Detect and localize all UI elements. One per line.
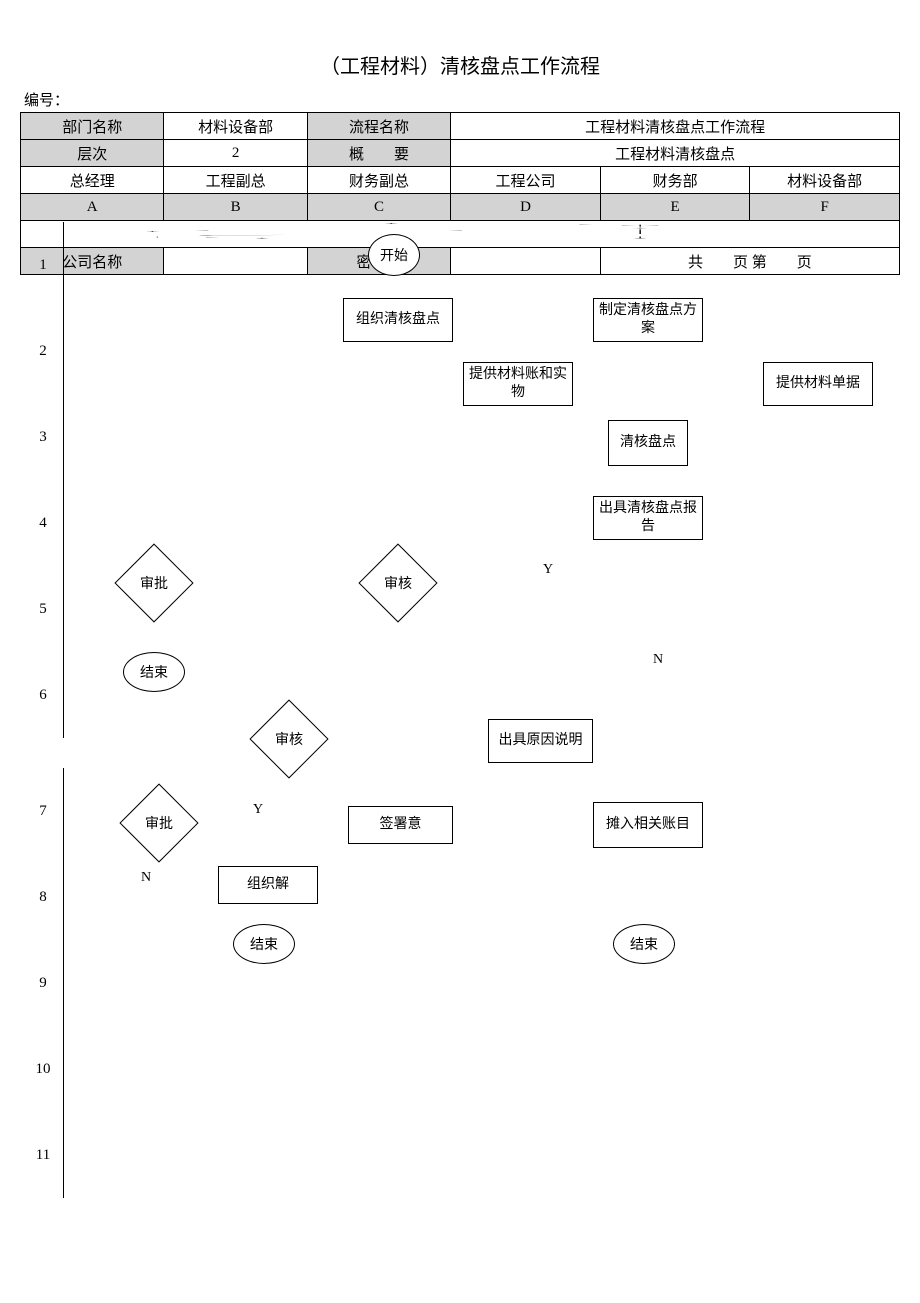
h2c3: 概 要 bbox=[307, 140, 450, 167]
header-row-1: 部门名称 材料设备部 流程名称 工程材料清核盘点工作流程 bbox=[21, 113, 900, 140]
row-num-11: 11 bbox=[23, 1112, 64, 1198]
label-n2: N bbox=[141, 870, 151, 886]
box-tgzh: 提供材料账和实物 bbox=[463, 362, 573, 406]
f-c5: 共 页 第 页 bbox=[600, 248, 899, 275]
h2c1: 层次 bbox=[21, 140, 164, 167]
box-tr: 摊入相关账目 bbox=[593, 802, 703, 848]
decision-sp2: 审批 bbox=[119, 783, 198, 862]
h1c2: 材料设备部 bbox=[164, 113, 307, 140]
h4c6: F bbox=[750, 194, 900, 221]
box-tgdj: 提供材料单据 bbox=[763, 362, 873, 406]
row-num-7: 7 bbox=[23, 768, 64, 854]
row-num-1: 1 bbox=[23, 222, 64, 308]
f-c2 bbox=[164, 248, 307, 275]
h3c2: 工程副总 bbox=[164, 167, 307, 194]
row-num-6: 6 bbox=[23, 652, 64, 738]
bianhao-label: 编号： bbox=[24, 89, 900, 110]
box-qsy: 签署意 bbox=[348, 806, 453, 844]
h3c4: 工程公司 bbox=[451, 167, 601, 194]
h4c4: D bbox=[451, 194, 601, 221]
header-table: 部门名称 材料设备部 流程名称 工程材料清核盘点工作流程 层次 2 概 要 工程… bbox=[20, 112, 900, 275]
header-row-2: 层次 2 概 要 工程材料清核盘点 bbox=[21, 140, 900, 167]
row-num-4: 4 bbox=[23, 480, 64, 566]
decision-sh2: 审核 bbox=[249, 699, 328, 778]
h1c1: 部门名称 bbox=[21, 113, 164, 140]
header-row-4: A B C D E F bbox=[21, 194, 900, 221]
box-zzqh: 组织清核盘点 bbox=[343, 298, 453, 342]
h3c5: 财务部 bbox=[600, 167, 750, 194]
h3c1: 总经理 bbox=[21, 167, 164, 194]
end-2: 结束 bbox=[233, 924, 295, 964]
decision-sh1: 审核 bbox=[358, 543, 437, 622]
decision-sp1: 审批 bbox=[114, 543, 193, 622]
box-yysm: 出具原因说明 bbox=[488, 719, 593, 763]
h3c3: 财务副总 bbox=[307, 167, 450, 194]
label-y2: Y bbox=[253, 802, 263, 818]
h4c2: B bbox=[164, 194, 307, 221]
row-num-9: 9 bbox=[23, 940, 64, 1026]
row-num-10: 10 bbox=[23, 1026, 64, 1112]
label-n1: N bbox=[653, 652, 663, 668]
h1c4: 工程材料清核盘点工作流程 bbox=[451, 113, 900, 140]
box-qh: 清核盘点 bbox=[608, 420, 688, 466]
f-c4 bbox=[451, 248, 601, 275]
end-1: 结束 bbox=[123, 652, 185, 692]
h1c3: 流程名称 bbox=[307, 113, 450, 140]
footer-row: 公司名称 密 级 共 页 第 页 bbox=[21, 248, 900, 275]
row-num-5: 5 bbox=[23, 566, 64, 652]
row-num-8: 8 bbox=[23, 854, 64, 940]
start-terminator: 开始 bbox=[368, 234, 420, 276]
page-title: （工程材料）清核盘点工作流程 bbox=[20, 50, 900, 79]
end-3: 结束 bbox=[613, 924, 675, 964]
h3c6: 材料设备部 bbox=[750, 167, 900, 194]
label-y1: Y bbox=[543, 562, 553, 578]
header-row-3: 总经理 工程副总 财务副总 工程公司 财务部 材料设备部 bbox=[21, 167, 900, 194]
box-zzjj: 组织解 bbox=[218, 866, 318, 904]
box-zdfa: 制定清核盘点方案 bbox=[593, 298, 703, 342]
h4c3: C bbox=[307, 194, 450, 221]
row-num-3: 3 bbox=[23, 394, 64, 480]
h4c1: A bbox=[21, 194, 164, 221]
h2c2: 2 bbox=[164, 140, 307, 167]
box-bg: 出具清核盘点报告 bbox=[593, 496, 703, 540]
flow-diagram: 1 2 3 4 5 6 7 8 9 10 11 bbox=[23, 222, 897, 246]
row-num-2: 2 bbox=[23, 308, 64, 394]
h4c5: E bbox=[600, 194, 750, 221]
h2c4: 工程材料清核盘点 bbox=[451, 140, 900, 167]
